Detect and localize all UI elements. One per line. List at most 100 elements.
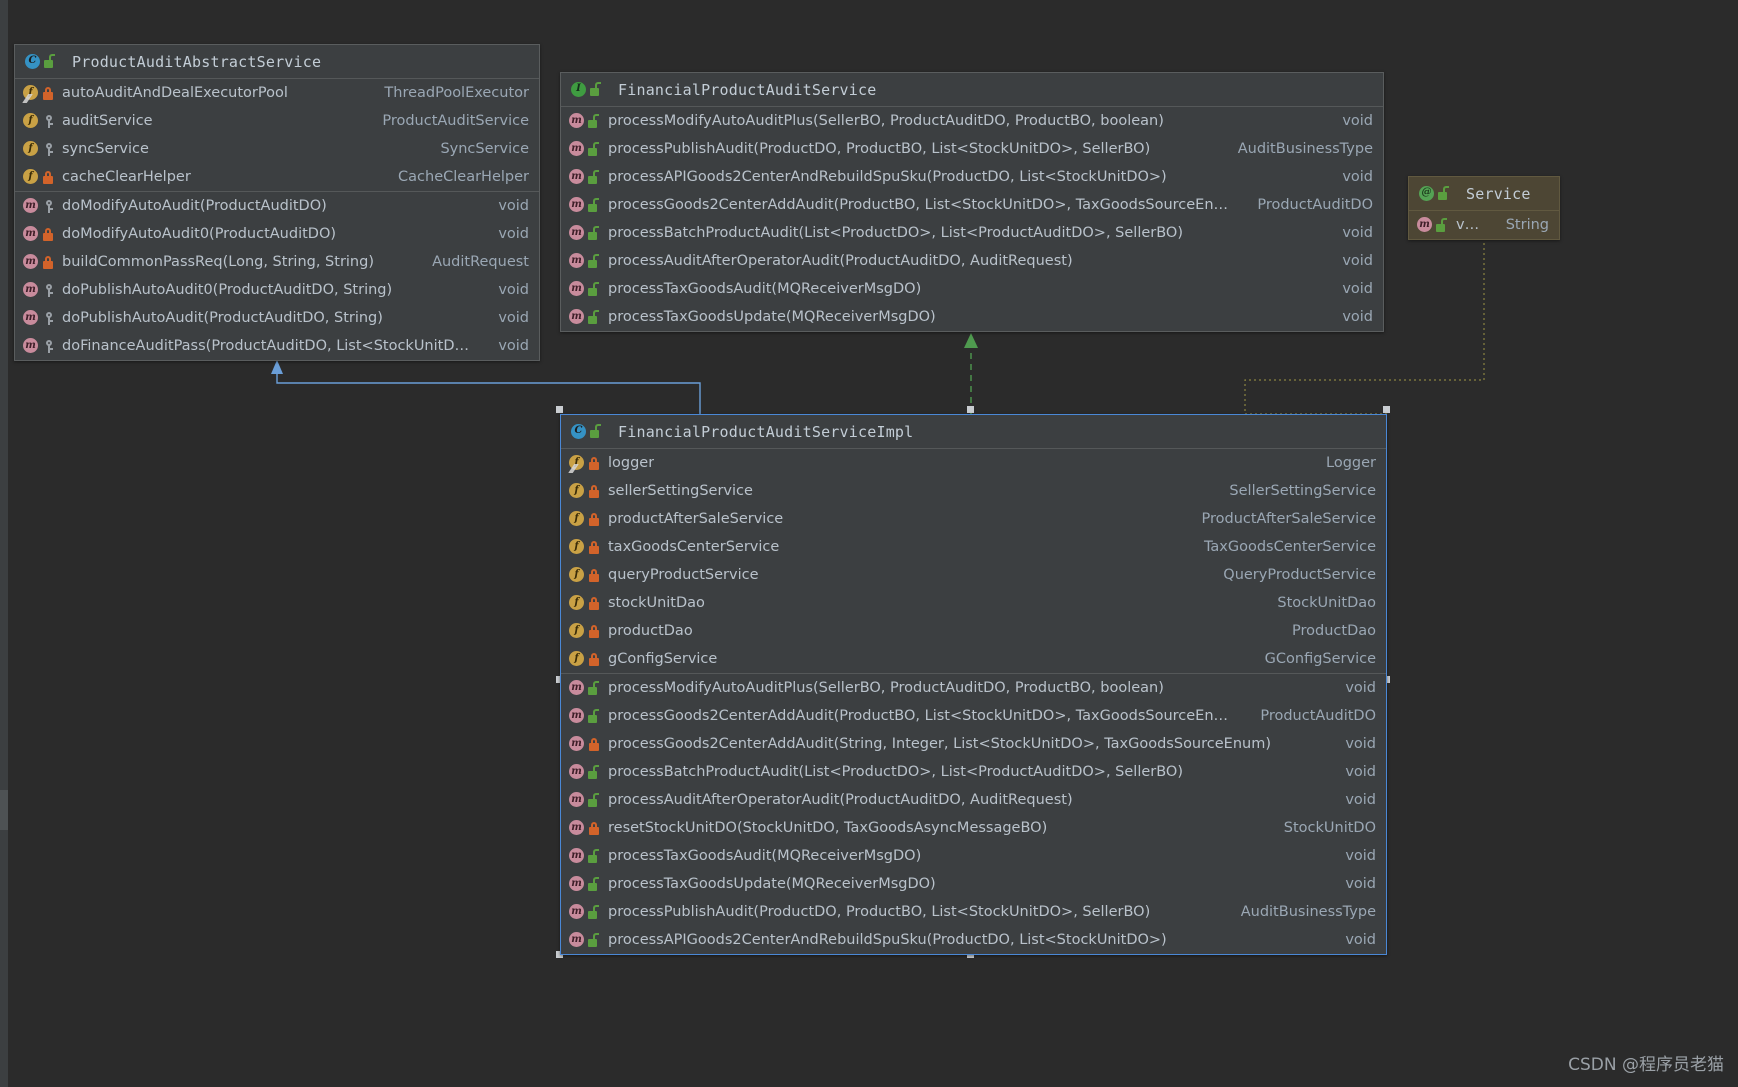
- method-icon: m: [569, 792, 585, 808]
- field-icon: f: [569, 595, 585, 611]
- method-icon: m: [569, 708, 585, 724]
- class-name: ProductAuditAbstractService: [72, 52, 322, 71]
- method-row[interactable]: m processPublishAudit(ProductDO, ProductB…: [561, 135, 1383, 163]
- method-signature: processTaxGoodsAudit(MQReceiverMsgDO): [608, 848, 922, 864]
- method-row[interactable]: m processAPIGoods2CenterAndRebuildSpuSku(…: [561, 163, 1383, 191]
- private-visibility-icon: [588, 568, 601, 583]
- uml-interface-financial-product-audit-service[interactable]: I FinancialProductAuditService m processMod…: [560, 72, 1384, 332]
- field-signature: auditService: [62, 113, 153, 129]
- method-row[interactable]: m processModifyAutoAuditPlus(SellerBO, Pr…: [561, 107, 1383, 135]
- return-type: void: [1345, 680, 1376, 696]
- field-row[interactable]: f stockUnitDao StockUnitDao: [561, 589, 1386, 617]
- protected-visibility-icon: [42, 339, 55, 354]
- selection-handle[interactable]: [967, 406, 974, 413]
- private-visibility-icon: [588, 624, 601, 639]
- method-row[interactable]: m processBatchProductAudit(List<ProductDO…: [561, 219, 1383, 247]
- method-row[interactable]: m processGoods2CenterAddAudit(ProductBO, …: [561, 702, 1386, 730]
- method-signature: processBatchProductAudit(List<ProductDO>…: [608, 764, 1183, 780]
- field-icon: f: [23, 85, 39, 101]
- method-row[interactable]: m processAPIGoods2CenterAndRebuildSpuSku(…: [561, 926, 1386, 954]
- public-visibility-icon: [588, 141, 601, 157]
- field-row[interactable]: f autoAuditAndDealExecutorPool ThreadPoolE…: [15, 79, 539, 107]
- class-header[interactable]: C ProductAuditAbstractService: [15, 45, 539, 79]
- field-row[interactable]: f logger Logger: [561, 449, 1386, 477]
- method-icon: m: [569, 253, 585, 269]
- uml-class-product-audit-abstract-service[interactable]: C ProductAuditAbstractService f autoAuditAn…: [14, 44, 540, 361]
- field-row[interactable]: f syncService SyncService: [15, 135, 539, 163]
- method-signature: processGoods2CenterAddAudit(String, Inte…: [608, 736, 1271, 752]
- method-signature: processAuditAfterOperatorAudit(ProductAu…: [608, 253, 1073, 269]
- uml-class-financial-product-audit-service-impl[interactable]: C FinancialProductAuditServiceImpl f logger…: [560, 414, 1387, 955]
- field-signature: logger: [608, 455, 655, 471]
- method-row[interactable]: m processModifyAutoAuditPlus(SellerBO, Pr…: [561, 674, 1386, 702]
- method-row[interactable]: m doPublishAutoAudit(ProductAuditDO, Stri…: [15, 304, 539, 332]
- method-signature: processAuditAfterOperatorAudit(ProductAu…: [608, 792, 1073, 808]
- class-header[interactable]: I FinancialProductAuditService: [561, 73, 1383, 107]
- method-row[interactable]: m doModifyAutoAudit(ProductAuditDO) void: [15, 192, 539, 220]
- method-row[interactable]: m processPublishAudit(ProductDO, ProductB…: [561, 898, 1386, 926]
- method-row[interactable]: m processTaxGoodsAudit(MQReceiverMsgDO) vo…: [561, 275, 1383, 303]
- field-icon: f: [23, 169, 39, 185]
- method-icon: m: [569, 736, 585, 752]
- field-row[interactable]: f cacheClearHelper CacheClearHelper: [15, 163, 539, 191]
- field-row[interactable]: f taxGoodsCenterService TaxGoodsCenterServ…: [561, 533, 1386, 561]
- fields-section: f autoAuditAndDealExecutorPool ThreadPoolE…: [15, 79, 539, 191]
- method-row[interactable]: m doFinanceAuditPass(ProductAuditDO, List…: [15, 332, 539, 360]
- class-header[interactable]: C FinancialProductAuditServiceImpl: [561, 415, 1386, 449]
- return-type: void: [1345, 736, 1376, 752]
- method-row[interactable]: m processGoods2CenterAddAudit(String, Int…: [561, 730, 1386, 758]
- field-icon: f: [569, 623, 585, 639]
- field-signature: productDao: [608, 623, 693, 639]
- public-visibility-icon: [588, 708, 601, 724]
- public-visibility-icon: [588, 253, 601, 269]
- class-icon: C: [25, 53, 41, 70]
- method-icon: m: [23, 198, 39, 214]
- return-type: AuditBusinessType: [1237, 141, 1373, 157]
- return-type: AuditRequest: [432, 254, 529, 270]
- return-type: void: [1342, 169, 1373, 185]
- method-row[interactable]: m buildCommonPassReq(Long, String, String…: [15, 248, 539, 276]
- method-row[interactable]: m processTaxGoodsUpdate(MQReceiverMsgDO) v…: [561, 303, 1383, 331]
- method-row[interactable]: m processAuditAfterOperatorAudit(ProductA…: [561, 247, 1383, 275]
- field-row[interactable]: f productDao ProductDao: [561, 617, 1386, 645]
- public-visibility-icon: [588, 169, 601, 185]
- method-row[interactable]: m processGoods2CenterAddAudit(ProductBO, …: [561, 191, 1383, 219]
- method-row[interactable]: m processTaxGoodsAudit(MQReceiverMsgDO) vo…: [561, 842, 1386, 870]
- selection-handle[interactable]: [556, 406, 563, 413]
- field-icon: f: [569, 455, 585, 471]
- method-row[interactable]: m processAuditAfterOperatorAudit(ProductA…: [561, 786, 1386, 814]
- field-row[interactable]: f productAfterSaleService ProductAfterSale…: [561, 505, 1386, 533]
- method-row[interactable]: m doModifyAutoAudit0(ProductAuditDO) void: [15, 220, 539, 248]
- field-row[interactable]: f auditService ProductAuditService: [15, 107, 539, 135]
- selection-handle[interactable]: [1383, 406, 1390, 413]
- connector-implements: [964, 333, 978, 414]
- method-row[interactable]: m processTaxGoodsUpdate(MQReceiverMsgDO) v…: [561, 870, 1386, 898]
- field-row[interactable]: f sellerSettingService SellerSettingServic…: [561, 477, 1386, 505]
- field-icon: f: [569, 567, 585, 583]
- method-icon: m: [569, 197, 585, 213]
- method-icon: m: [569, 932, 585, 948]
- field-icon: f: [569, 511, 585, 527]
- return-type: SellerSettingService: [1229, 483, 1376, 499]
- private-visibility-icon: [588, 484, 601, 499]
- public-visibility-icon: [588, 904, 601, 920]
- field-signature: stockUnitDao: [608, 595, 705, 611]
- private-visibility-icon: [588, 652, 601, 667]
- method-row[interactable]: m processBatchProductAudit(List<ProductDO…: [561, 758, 1386, 786]
- method-row[interactable]: m doPublishAutoAudit0(ProductAuditDO, Str…: [15, 276, 539, 304]
- uml-annotation-service-annotation[interactable]: @ Service m value() String: [1408, 176, 1560, 240]
- method-row[interactable]: m resetStockUnitDO(StockUnitDO, TaxGoodsA…: [561, 814, 1386, 842]
- method-icon: m: [23, 282, 39, 298]
- return-type: ProductAfterSaleService: [1201, 511, 1376, 527]
- method-row[interactable]: m value() String: [1409, 211, 1559, 239]
- class-header[interactable]: @ Service: [1409, 177, 1559, 211]
- return-type: void: [498, 226, 529, 242]
- class-name: Service: [1466, 184, 1531, 203]
- field-row[interactable]: f queryProductService QueryProductService: [561, 561, 1386, 589]
- field-signature: cacheClearHelper: [62, 169, 191, 185]
- field-signature: gConfigService: [608, 651, 718, 667]
- return-type: Logger: [1326, 455, 1376, 471]
- field-row[interactable]: f gConfigService GConfigService: [561, 645, 1386, 673]
- return-type: GConfigService: [1264, 651, 1376, 667]
- public-visibility-icon: [588, 680, 601, 696]
